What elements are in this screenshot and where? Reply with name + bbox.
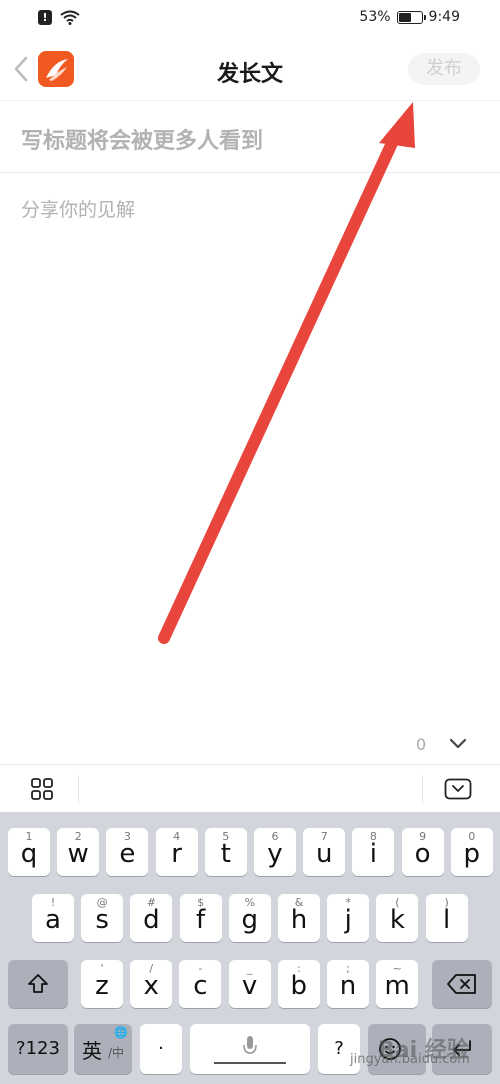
period-key[interactable]: ·	[140, 1024, 182, 1074]
key-label: r	[171, 839, 182, 869]
clock: 9:49	[428, 9, 460, 25]
key-label: y	[267, 839, 283, 869]
title-placeholder: 写标题将会被更多人看到	[21, 129, 264, 154]
key-label: l	[442, 905, 451, 935]
key-s[interactable]: @ s	[81, 894, 124, 942]
chevron-down-icon[interactable]	[448, 737, 468, 751]
key-d[interactable]: # d	[130, 894, 173, 942]
key-a[interactable]: ! a	[32, 894, 74, 942]
wifi-icon	[60, 10, 80, 25]
battery-percent: 53%	[359, 9, 391, 25]
shift-key[interactable]	[8, 960, 68, 1008]
key-p[interactable]: 0p	[450, 828, 493, 876]
symbols-key[interactable]: ?123	[8, 1024, 68, 1074]
battery-fill	[398, 12, 412, 22]
key-e[interactable]: 3e	[106, 828, 149, 876]
key-m[interactable]: ~ m	[376, 960, 419, 1008]
toolbar-divider	[78, 775, 79, 803]
keyboard-toolbar	[0, 764, 500, 812]
key-label: j	[344, 905, 352, 935]
key-label: i	[369, 839, 377, 869]
key-label: u	[315, 839, 333, 869]
key-n[interactable]: ; n	[327, 960, 369, 1008]
key-label: x	[143, 971, 159, 1001]
key-t[interactable]: 5t	[204, 828, 247, 876]
key-label: a	[45, 905, 61, 935]
battery-icon	[396, 10, 426, 24]
header: 发长文 发布	[0, 38, 500, 100]
language-switch-key[interactable]: 🌐 英 /中	[74, 1024, 132, 1074]
key-label: h	[290, 905, 308, 935]
language-key-main: 英	[82, 1039, 102, 1063]
key-label: c	[193, 971, 208, 1001]
key-q[interactable]: 1q	[8, 828, 50, 876]
baidu-watermark: jingyan.baidu.com	[350, 1052, 470, 1067]
status-bar: ! 53% 9:49	[0, 0, 500, 38]
key-label: n	[339, 971, 357, 1001]
annotation-arrow-shaft	[158, 124, 404, 644]
key-o[interactable]: 9o	[401, 828, 444, 876]
hide-keyboard-icon[interactable]	[444, 778, 472, 800]
microphone-icon	[243, 1036, 257, 1054]
alert-icon: !	[38, 10, 52, 25]
key-x[interactable]: / x	[130, 960, 173, 1008]
key-label: k	[389, 905, 405, 935]
key-label: v	[241, 971, 258, 1001]
key-label: s	[95, 905, 109, 935]
key-label: o	[414, 839, 431, 869]
key-label: e	[119, 839, 136, 869]
shift-icon	[28, 974, 48, 993]
key-v[interactable]: _ v	[228, 960, 271, 1008]
key-k[interactable]: (k	[376, 894, 419, 942]
key-label: f	[196, 905, 206, 935]
key-label: d	[143, 905, 160, 935]
language-key-sub: /中	[108, 1046, 125, 1060]
key-g[interactable]: % g	[228, 894, 271, 942]
status-left: !	[38, 10, 80, 25]
space-bar-line	[214, 1062, 286, 1064]
backspace-icon	[447, 974, 476, 994]
globe-icon: 🌐	[114, 1026, 128, 1039]
key-label: t	[220, 839, 231, 869]
key-r[interactable]: 4r	[155, 828, 198, 876]
backspace-key[interactable]	[432, 960, 492, 1008]
key-label: p	[463, 839, 481, 869]
key-label: b	[290, 971, 308, 1001]
symbols-key-label: ?123	[16, 1038, 60, 1059]
key-label: m	[384, 971, 410, 1001]
key-w[interactable]: 2w	[57, 828, 100, 876]
title-input[interactable]: 写标题将会被更多人看到	[0, 100, 500, 173]
key-j[interactable]: * j	[327, 894, 370, 942]
key-y[interactable]: 6y	[254, 828, 296, 876]
key-f[interactable]: $ f	[179, 894, 222, 942]
key-h[interactable]: & h	[278, 894, 320, 942]
key-label: w	[67, 839, 89, 869]
key-u[interactable]: 7u	[303, 828, 346, 876]
key-label: z	[95, 971, 109, 1001]
key-l[interactable]: ) l	[425, 894, 468, 942]
word-count: 0	[416, 735, 427, 754]
toolbar-divider	[422, 775, 423, 803]
key-b[interactable]: :b	[277, 960, 320, 1008]
key-label: g	[241, 905, 259, 935]
period-key-label: ·	[158, 1038, 164, 1059]
key-label: q	[20, 839, 38, 869]
publish-button[interactable]: 发布	[408, 53, 480, 85]
body-input-placeholder[interactable]: 分享你的见解	[21, 195, 135, 222]
key-c[interactable]: -c	[179, 960, 222, 1008]
space-key[interactable]	[190, 1024, 310, 1074]
key-i[interactable]: 8i	[352, 828, 395, 876]
grid-icon[interactable]	[30, 777, 54, 801]
status-right: 53% 9:49	[359, 9, 460, 25]
key-z[interactable]: ' z	[81, 960, 123, 1008]
